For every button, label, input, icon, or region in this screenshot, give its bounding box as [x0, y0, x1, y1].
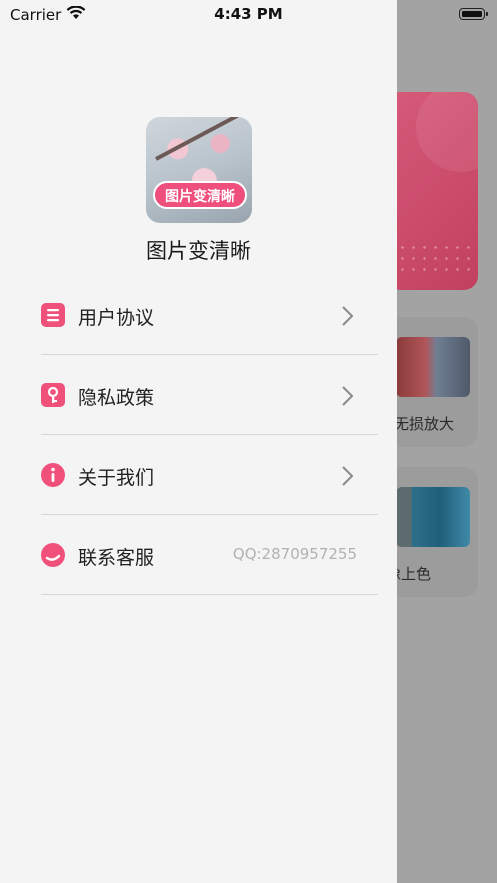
chevron-right-icon	[342, 466, 354, 486]
menu-item-privacy-policy[interactable]: 隐私政策	[41, 355, 378, 435]
qq-number: QQ:2870957255	[232, 545, 357, 563]
feature-card-colorize[interactable]: 像上色	[386, 467, 478, 597]
chevron-right-icon	[342, 386, 354, 406]
menu-item-customer-service[interactable]: 联系客服 QQ:2870957255	[41, 515, 378, 595]
menu-item-label: 用户协议	[78, 307, 155, 329]
logo-badge: 图片变清晰	[153, 181, 247, 209]
menu-item-label: 关于我们	[78, 467, 155, 489]
side-drawer: 图片变清晰 图片变清晰 用户协议 隐私政策 关于我们 联系客服 QQ:28709…	[0, 0, 397, 883]
feature-thumb	[396, 337, 470, 397]
feature-label: 无损放大	[394, 415, 455, 433]
app-logo: 图片变清晰	[146, 117, 252, 223]
feature-thumb	[396, 487, 470, 547]
banner-card[interactable]	[386, 92, 478, 290]
banner-dots	[386, 242, 478, 272]
info-icon	[41, 463, 65, 487]
menu-item-label: 联系客服	[78, 547, 155, 569]
document-icon	[41, 303, 65, 327]
menu-item-about-us[interactable]: 关于我们	[41, 435, 378, 515]
app-name: 图片变清晰	[146, 239, 251, 263]
feature-card-upscale[interactable]: 无损放大	[386, 317, 478, 447]
menu-item-label: 隐私政策	[78, 387, 155, 409]
key-icon	[41, 383, 65, 407]
banner-circle	[416, 92, 478, 172]
status-bar: Carrier 4:43 PM	[0, 0, 497, 30]
chevron-right-icon	[342, 306, 354, 326]
clock: 4:43 PM	[214, 5, 283, 23]
battery-icon	[459, 8, 488, 20]
menu-item-user-agreement[interactable]: 用户协议	[41, 275, 378, 355]
chat-icon	[41, 543, 65, 567]
drawer-menu: 用户协议 隐私政策 关于我们 联系客服 QQ:2870957255	[41, 275, 378, 595]
